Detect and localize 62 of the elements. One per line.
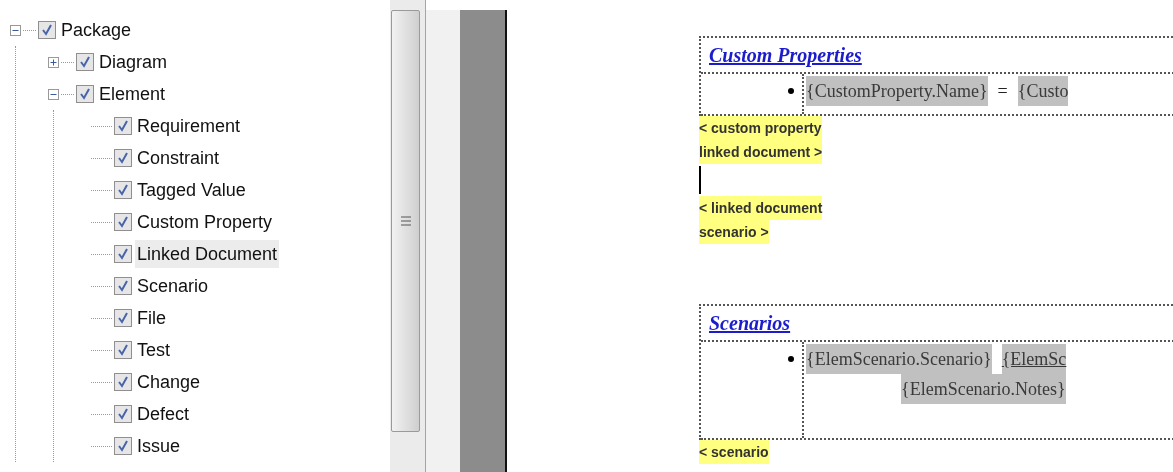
check-icon	[117, 280, 129, 292]
collapse-icon[interactable]	[10, 24, 21, 36]
checkbox[interactable]	[114, 277, 132, 295]
section-tag: scenario >	[699, 220, 769, 244]
checkbox[interactable]	[114, 149, 132, 167]
grip-icon	[400, 215, 411, 227]
check-icon	[117, 344, 129, 356]
merge-field[interactable]: {Custo	[1017, 76, 1069, 106]
checkbox[interactable]	[114, 437, 132, 455]
tree-item-label[interactable]: Test	[135, 336, 172, 364]
tree-item-label[interactable]: Issue	[135, 432, 183, 460]
check-icon	[41, 24, 53, 36]
check-icon	[79, 88, 91, 100]
check-icon	[117, 312, 129, 324]
check-icon	[117, 408, 129, 420]
check-icon	[117, 440, 129, 452]
tree-item-label[interactable]: Linked Document	[135, 240, 280, 268]
checkbox[interactable]	[38, 21, 56, 39]
checkbox[interactable]	[114, 213, 132, 231]
tree-item-label[interactable]: Tagged Value	[135, 176, 248, 204]
tree-item-label[interactable]: Requirement	[135, 112, 243, 140]
equals-sign: =	[997, 80, 1008, 103]
merge-field[interactable]: {CustomProperty.Name}	[806, 76, 988, 106]
tree-item-label[interactable]: Element	[97, 80, 168, 108]
section-tag: < custom property	[699, 116, 822, 140]
bullet-icon	[788, 356, 794, 362]
tree-item-label[interactable]: Constraint	[135, 144, 222, 172]
checkbox[interactable]	[114, 309, 132, 327]
check-icon	[117, 376, 129, 388]
checkbox[interactable]	[114, 245, 132, 263]
check-icon	[79, 56, 91, 68]
section-heading: Custom Properties	[709, 44, 862, 66]
checkbox[interactable]	[114, 117, 132, 135]
checkbox[interactable]	[114, 405, 132, 423]
tree-item-label[interactable]: File	[135, 304, 168, 332]
section-heading: Scenarios	[709, 312, 791, 334]
tree-item-label[interactable]: Custom Property	[135, 208, 275, 236]
checkbox[interactable]	[114, 181, 132, 199]
text-cursor	[699, 166, 701, 194]
merge-field[interactable]: {ElemScenario.Notes}	[901, 374, 1066, 404]
check-icon	[117, 216, 129, 228]
check-icon	[117, 120, 129, 132]
checkbox[interactable]	[76, 53, 94, 71]
tree-item-label[interactable]: Diagram	[97, 48, 170, 76]
collapse-icon[interactable]	[48, 88, 59, 100]
bullet-icon	[788, 88, 794, 94]
tree-item-label[interactable]: Package	[59, 16, 134, 44]
merge-field[interactable]: {ElemSc	[1001, 344, 1067, 374]
section-tag: linked document >	[699, 140, 823, 164]
checkbox[interactable]	[76, 85, 94, 103]
tree-item-label[interactable]: Defect	[135, 400, 192, 428]
check-icon	[117, 184, 129, 196]
section-tag: < scenario	[699, 440, 769, 464]
scrollbar-thumb[interactable]	[391, 10, 420, 432]
check-icon	[117, 152, 129, 164]
expand-icon[interactable]	[48, 56, 59, 68]
tree-item-label[interactable]: Change	[135, 368, 203, 396]
tree-item-label[interactable]: Scenario	[135, 272, 211, 300]
checkbox[interactable]	[114, 341, 132, 359]
check-icon	[117, 248, 129, 260]
merge-field[interactable]: {ElemScenario.Scenario}	[806, 344, 992, 374]
checkbox[interactable]	[114, 373, 132, 391]
